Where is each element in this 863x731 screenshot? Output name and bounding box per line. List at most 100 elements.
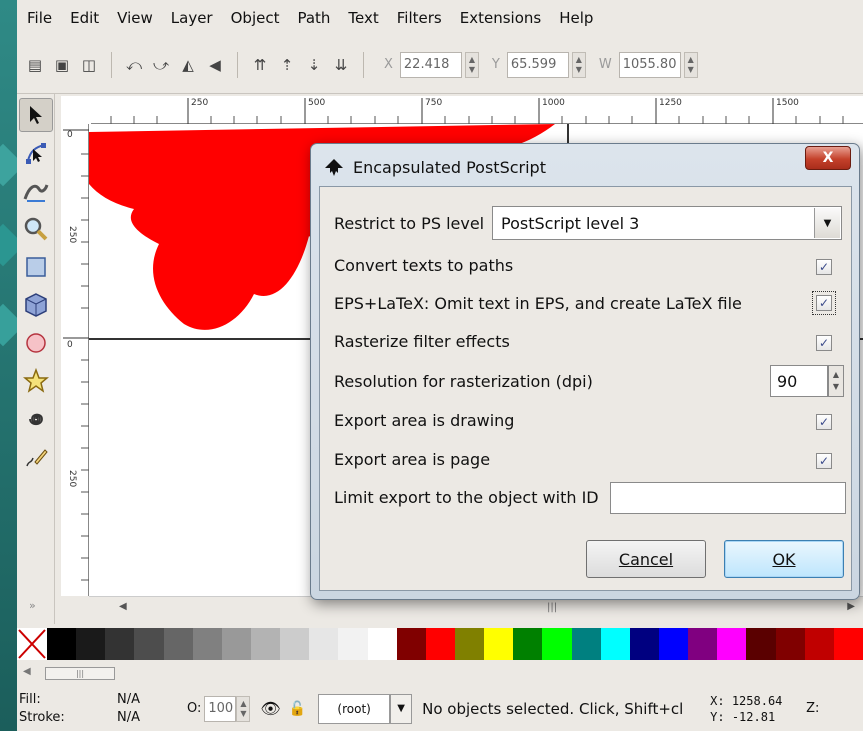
- rotate-ccw-icon[interactable]: ⤺: [122, 53, 146, 77]
- scroll-right-icon[interactable]: ▶: [847, 601, 855, 612]
- menu-filters[interactable]: Filters: [397, 9, 442, 27]
- palette-swatch[interactable]: [221, 628, 251, 660]
- palette-swatch[interactable]: [134, 628, 164, 660]
- selector-tool-icon[interactable]: [19, 98, 53, 132]
- select-all-layers-icon[interactable]: ▣: [50, 53, 74, 77]
- palette-swatch[interactable]: [804, 628, 834, 660]
- lower-icon[interactable]: ⇣: [302, 53, 326, 77]
- horizontal-ruler[interactable]: 250 500 750 1000 1250 1500: [91, 96, 863, 124]
- palette-swatch[interactable]: [600, 628, 630, 660]
- palette-swatch[interactable]: [192, 628, 222, 660]
- object-id-input[interactable]: [610, 482, 846, 514]
- y-spinner[interactable]: ▲ ▼: [571, 51, 586, 78]
- chevron-down-icon[interactable]: ▼: [390, 693, 413, 724]
- ps-level-select[interactable]: PostScript level 3 ▼: [492, 206, 842, 240]
- opacity-input[interactable]: 100: [204, 695, 237, 722]
- convert-text-checkbox[interactable]: ✓: [816, 259, 832, 275]
- palette-swatch[interactable]: [746, 628, 776, 660]
- ellipse-tool-icon[interactable]: [19, 326, 53, 360]
- resolution-spinner[interactable]: ▲ ▼: [828, 365, 844, 397]
- rotate-cw-icon[interactable]: ⤻: [149, 53, 173, 77]
- ruler-label: 1500: [776, 98, 799, 108]
- spiral-tool-icon[interactable]: [19, 402, 53, 436]
- palette-swatch[interactable]: [513, 628, 543, 660]
- w-spinner[interactable]: ▲ ▼: [683, 51, 698, 78]
- resolution-input[interactable]: 90: [770, 365, 828, 397]
- y-input[interactable]: 65.599: [506, 51, 569, 78]
- palette-swatch[interactable]: [280, 628, 310, 660]
- palette-swatch[interactable]: [76, 628, 106, 660]
- area-page-checkbox[interactable]: ✓: [816, 453, 832, 469]
- tweak-tool-icon[interactable]: [19, 174, 53, 208]
- stroke-value[interactable]: N/A: [117, 709, 187, 727]
- ok-button[interactable]: OK: [724, 540, 844, 578]
- ruler-label: 250: [191, 98, 209, 108]
- close-button[interactable]: X: [805, 146, 851, 170]
- palette-scrollbar[interactable]: ◀ |||: [17, 662, 863, 684]
- palette-swatch[interactable]: [484, 628, 514, 660]
- fill-value[interactable]: N/A: [117, 691, 187, 709]
- node-tool-icon[interactable]: [19, 136, 53, 170]
- palette-swatch[interactable]: [250, 628, 281, 660]
- more-tools-icon[interactable]: »: [29, 599, 36, 612]
- star-tool-icon[interactable]: [19, 364, 53, 398]
- menu-layer[interactable]: Layer: [171, 9, 213, 27]
- menu-path[interactable]: Path: [297, 9, 330, 27]
- raise-to-top-icon[interactable]: ⇈: [248, 53, 272, 77]
- lower-to-bottom-icon[interactable]: ⇊: [329, 53, 353, 77]
- deselect-icon[interactable]: ◫: [77, 53, 101, 77]
- layer-lock-icon[interactable]: 🔓: [289, 701, 306, 717]
- x-spinner[interactable]: ▲ ▼: [464, 51, 479, 78]
- opacity-spinner[interactable]: ▲ ▼: [236, 695, 251, 722]
- palette-swatch[interactable]: [425, 628, 455, 660]
- palette-swatch[interactable]: [833, 628, 863, 660]
- raise-icon[interactable]: ⇡: [275, 53, 299, 77]
- latex-checkbox[interactable]: ✓: [816, 295, 832, 311]
- palette-scroll-thumb[interactable]: |||: [45, 667, 115, 680]
- rectangle-tool-icon[interactable]: [19, 250, 53, 284]
- menu-view[interactable]: View: [117, 9, 153, 27]
- palette-swatch[interactable]: [629, 628, 659, 660]
- flip-horizontal-icon[interactable]: ◭: [176, 53, 200, 77]
- palette-swatch[interactable]: [688, 628, 718, 660]
- palette-swatch[interactable]: [163, 628, 193, 660]
- palette-swatch[interactable]: [338, 628, 368, 660]
- palette-swatch[interactable]: [542, 628, 572, 660]
- cancel-button[interactable]: Cancel: [586, 540, 706, 578]
- palette-swatch[interactable]: [571, 628, 601, 660]
- palette-swatch[interactable]: [396, 628, 426, 660]
- desktop-decoration: [0, 143, 17, 187]
- w-input[interactable]: 1055.80: [618, 51, 681, 78]
- w-label: W: [598, 57, 612, 72]
- palette-swatch[interactable]: [309, 628, 339, 660]
- palette-swatch[interactable]: [367, 628, 397, 660]
- rasterize-checkbox[interactable]: ✓: [816, 335, 832, 351]
- menu-text[interactable]: Text: [348, 9, 378, 27]
- palette-swatch[interactable]: [454, 628, 485, 660]
- no-paint-swatch[interactable]: [17, 628, 47, 660]
- palette-swatch[interactable]: [717, 628, 747, 660]
- menu-edit[interactable]: Edit: [70, 9, 99, 27]
- chevron-down-icon[interactable]: ▼: [814, 208, 840, 238]
- palette-swatch[interactable]: [105, 628, 135, 660]
- scroll-left-icon[interactable]: ◀: [23, 666, 31, 677]
- palette-swatch[interactable]: [658, 628, 689, 660]
- select-all-icon[interactable]: ▤: [23, 53, 47, 77]
- zoom-tool-icon[interactable]: [19, 212, 53, 246]
- palette-swatch[interactable]: [775, 628, 805, 660]
- x-input[interactable]: 22.418: [399, 51, 462, 78]
- palette-swatch[interactable]: [47, 628, 77, 660]
- 3d-box-tool-icon[interactable]: [19, 288, 53, 322]
- menu-file[interactable]: File: [27, 9, 52, 27]
- layer-visibility-icon[interactable]: 👁: [260, 699, 280, 718]
- menu-extensions[interactable]: Extensions: [460, 9, 541, 27]
- layer-select[interactable]: (root): [318, 693, 391, 724]
- scroll-grip-icon[interactable]: |||: [547, 602, 557, 613]
- menu-object[interactable]: Object: [231, 9, 280, 27]
- flip-vertical-icon[interactable]: ◀: [203, 53, 227, 77]
- scroll-left-icon[interactable]: ◀: [119, 601, 127, 612]
- pencil-tool-icon[interactable]: [19, 440, 53, 474]
- vertical-ruler[interactable]: 0 250 0 250: [61, 124, 89, 596]
- area-drawing-checkbox[interactable]: ✓: [816, 414, 832, 430]
- menu-help[interactable]: Help: [559, 9, 593, 27]
